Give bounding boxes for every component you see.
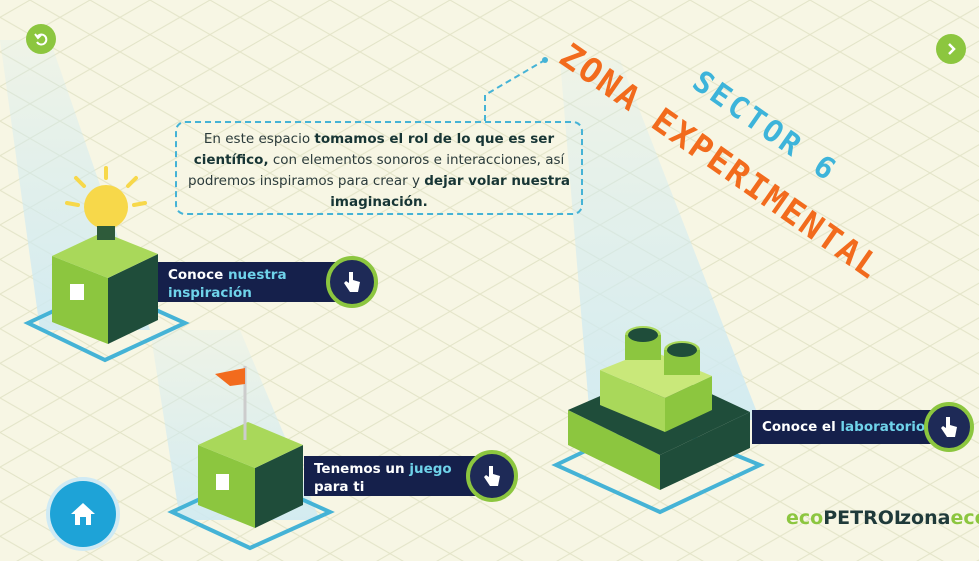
- label-text: Conoce: [168, 267, 228, 283]
- logo-text: zona: [900, 507, 951, 529]
- game-label[interactable]: Tenemos un juego para ti: [304, 456, 488, 496]
- ecopetrol-logo: ecoPETROL: [786, 507, 906, 529]
- back-button[interactable]: [26, 24, 56, 54]
- info-text: En este espacio: [203, 131, 315, 147]
- scene: ZONA EXPERIMENTAL SECTOR 6 En este espac…: [0, 0, 979, 561]
- chevron-right-icon: [948, 43, 956, 55]
- game-hand-button[interactable]: [466, 450, 518, 502]
- info-box: En este espacio tomamos el rol de lo que…: [175, 121, 583, 215]
- inspiration-hand-button[interactable]: [326, 256, 378, 308]
- label-text: Conoce el: [762, 419, 841, 435]
- label-highlight: juego: [409, 461, 452, 477]
- inspiration-label[interactable]: Conoce nuestra inspiración: [158, 262, 342, 302]
- label-highlight: laboratorio: [840, 419, 926, 435]
- zonaeco-logo: zonaeco: [900, 507, 979, 529]
- label-text: Tenemos un: [314, 461, 410, 477]
- hand-pointer-icon: [484, 466, 500, 486]
- logo-text: eco: [786, 507, 824, 529]
- lab-hand-button[interactable]: [924, 402, 974, 452]
- back-arrow-icon: [34, 33, 48, 46]
- logo-text: eco: [950, 507, 979, 529]
- label-text: para ti: [314, 479, 365, 495]
- hand-pointer-icon: [344, 272, 360, 292]
- home-button[interactable]: [50, 481, 116, 547]
- next-button[interactable]: [936, 34, 966, 64]
- lab-label[interactable]: Conoce el laboratorio: [752, 410, 944, 444]
- logo-text: PETROL: [823, 507, 906, 529]
- hand-pointer-icon: [941, 417, 957, 437]
- home-icon: [71, 503, 95, 525]
